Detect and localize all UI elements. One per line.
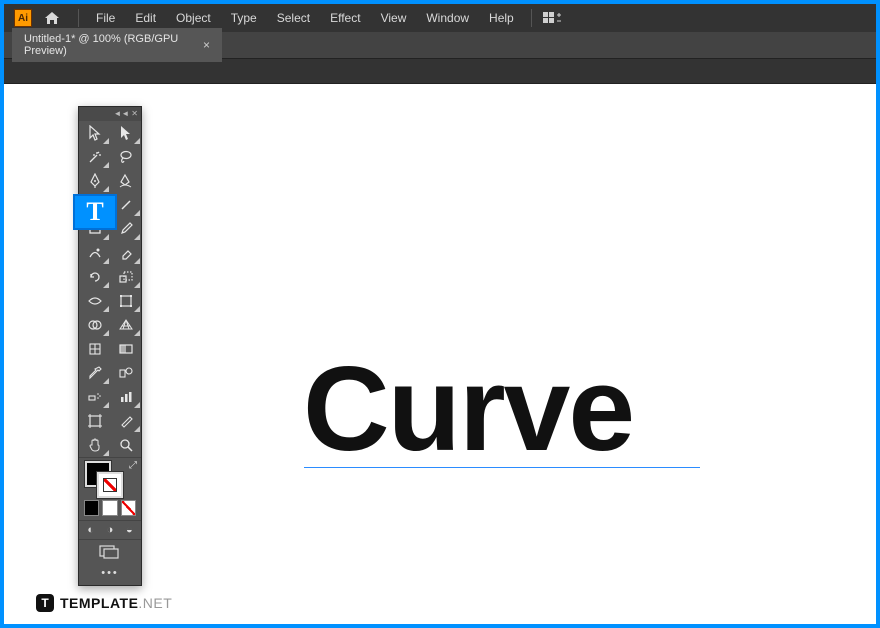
menu-object[interactable]: Object [167, 7, 220, 29]
screen-mode-button[interactable] [79, 540, 141, 563]
graph-icon [118, 389, 134, 405]
app-icon[interactable]: Ai [14, 9, 32, 27]
zoom-icon [118, 437, 134, 453]
free-transform-tool[interactable] [110, 289, 141, 313]
selection-icon [88, 125, 102, 141]
close-panel-icon[interactable]: ✕ [131, 110, 138, 118]
document-tab-bar: Untitled-1* @ 100% (RGB/GPU Preview) × [4, 32, 876, 58]
width-tool[interactable] [79, 289, 110, 313]
lasso-tool[interactable] [110, 145, 141, 169]
menu-window[interactable]: Window [417, 7, 478, 29]
column-graph-tool[interactable] [110, 385, 141, 409]
artboard-icon [87, 413, 103, 429]
draw-mode-row: ◐ ◑ ◒ [79, 521, 141, 539]
tool-grid: ⤢ ◐ ◑ ◒ ••• [79, 121, 141, 585]
gradient-tool[interactable] [110, 337, 141, 361]
app-chrome: Ai File Edit Object Type Select Effect V… [4, 4, 876, 84]
screen-mode-icon [99, 545, 121, 559]
watermark: T TEMPLATE.NET [36, 594, 172, 612]
menu-separator [78, 9, 79, 27]
magic-wand-tool[interactable] [79, 145, 110, 169]
tools-panel-header[interactable]: ◄◄ ✕ [79, 107, 141, 121]
eraser-icon [118, 245, 134, 261]
watermark-tld: .NET [138, 595, 172, 611]
home-icon [44, 11, 60, 25]
width-icon [87, 293, 103, 309]
magic-wand-icon [87, 149, 103, 165]
slice-icon [118, 413, 134, 429]
symbol-sprayer-tool[interactable] [79, 385, 110, 409]
direct-selection-icon [119, 125, 133, 141]
close-tab-button[interactable]: × [203, 39, 210, 51]
document-tab[interactable]: Untitled-1* @ 100% (RGB/GPU Preview) × [12, 28, 222, 62]
menu-file[interactable]: File [87, 7, 124, 29]
fill-stroke-control[interactable]: ⤢ [79, 458, 141, 498]
watermark-brand: TEMPLATE [60, 595, 138, 611]
menu-separator [531, 9, 532, 27]
draw-behind-icon[interactable]: ◑ [107, 524, 114, 536]
draw-normal-icon[interactable]: ◐ [87, 524, 94, 536]
free-transform-icon [118, 293, 134, 309]
color-mode-solid[interactable] [84, 500, 99, 516]
type-tool-highlight[interactable]: T [73, 194, 117, 230]
scale-icon [118, 269, 134, 285]
document-tab-title: Untitled-1* @ 100% (RGB/GPU Preview) [24, 33, 193, 57]
hand-icon [87, 437, 103, 453]
selection-tool[interactable] [79, 121, 110, 145]
rotate-icon [87, 269, 103, 285]
mesh-icon [87, 341, 103, 357]
blend-tool[interactable] [110, 361, 141, 385]
perspective-grid-tool[interactable] [110, 313, 141, 337]
perspective-grid-icon [118, 317, 134, 333]
tools-panel: ◄◄ ✕ [78, 106, 142, 586]
scale-tool[interactable] [110, 265, 141, 289]
color-mode-none[interactable] [121, 500, 136, 516]
gradient-icon [118, 341, 134, 357]
canvas-text-object[interactable]: Curve [303, 340, 633, 478]
line-icon [119, 198, 133, 212]
slice-tool[interactable] [110, 409, 141, 433]
lasso-icon [118, 149, 134, 165]
color-mode-gradient[interactable] [102, 500, 117, 516]
mesh-tool[interactable] [79, 337, 110, 361]
hand-tool[interactable] [79, 433, 110, 457]
collapse-icon[interactable]: ◄◄ [113, 110, 129, 118]
draw-inside-icon[interactable]: ◒ [126, 524, 133, 536]
screenshot-frame: Ai File Edit Object Type Select Effect V… [0, 0, 880, 628]
blend-icon [118, 365, 134, 381]
zoom-tool[interactable] [110, 433, 141, 457]
eraser-tool[interactable] [110, 241, 141, 265]
curvature-tool[interactable] [110, 169, 141, 193]
stroke-swatch[interactable] [97, 472, 123, 498]
menu-edit[interactable]: Edit [126, 7, 165, 29]
shape-builder-tool[interactable] [79, 313, 110, 337]
artboard-tool[interactable] [79, 409, 110, 433]
pen-icon [88, 173, 102, 189]
swap-fill-stroke-icon[interactable]: ⤢ [129, 460, 137, 471]
arrange-documents-button[interactable] [540, 8, 566, 28]
symbol-sprayer-icon [87, 389, 103, 405]
home-button[interactable] [42, 8, 62, 28]
direct-selection-tool[interactable] [110, 121, 141, 145]
menu-help[interactable]: Help [480, 7, 523, 29]
pen-tool[interactable] [79, 169, 110, 193]
menu-select[interactable]: Select [268, 7, 319, 29]
menu-type[interactable]: Type [222, 7, 266, 29]
rotate-tool[interactable] [79, 265, 110, 289]
eyedropper-tool[interactable] [79, 361, 110, 385]
arrange-documents-icon [543, 11, 563, 25]
menu-view[interactable]: View [372, 7, 416, 29]
shaper-icon [87, 245, 103, 261]
watermark-logo: T [36, 594, 54, 612]
edit-toolbar-button[interactable]: ••• [79, 563, 141, 585]
shape-builder-icon [87, 317, 103, 333]
menu-effect[interactable]: Effect [321, 7, 369, 29]
shaper-tool[interactable] [79, 241, 110, 265]
eyedropper-icon [87, 365, 103, 381]
type-tool-icon: T [86, 197, 103, 227]
color-mode-row [79, 498, 141, 520]
paintbrush-icon [118, 221, 134, 237]
curvature-icon [118, 173, 134, 189]
watermark-text: TEMPLATE.NET [60, 595, 172, 611]
